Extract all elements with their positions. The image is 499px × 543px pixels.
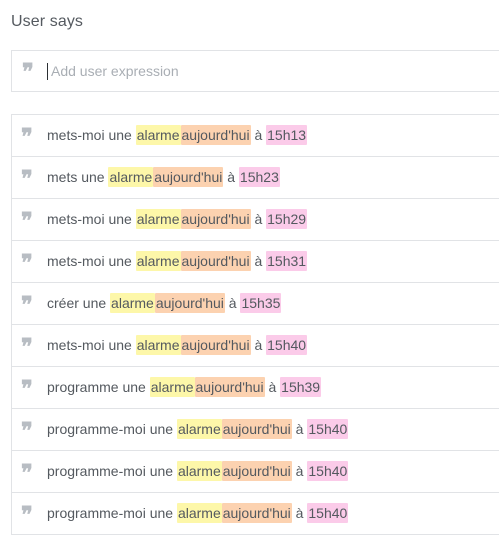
expression-separator: à [291, 421, 308, 437]
expression-row[interactable]: ❞ programme une alarme aujourd'hui à 15h39 [12, 367, 499, 409]
quote-icon: ❞ [21, 501, 33, 528]
expression-prefix: créer une [47, 295, 111, 311]
expression-text[interactable]: programme-moi une alarme aujourd'hui à 15… [47, 451, 349, 492]
entity-time-highlight[interactable]: 15h40 [307, 419, 349, 439]
entity-alarme-highlight[interactable]: alarme [135, 125, 181, 145]
expression-separator: à [250, 337, 267, 353]
entity-date-highlight[interactable]: aujourd'hui [153, 167, 224, 187]
expression-prefix: mets-moi une [47, 211, 136, 227]
entity-date-highlight[interactable]: aujourd'hui [180, 209, 251, 229]
expression-row[interactable]: ❞ programme-moi une alarme aujourd'hui à 1… [12, 451, 499, 493]
expression-separator: à [291, 505, 308, 521]
entity-alarme-highlight[interactable]: alarme [110, 293, 155, 313]
expression-row[interactable]: ❞ mets-moi une alarme aujourd'hui à 15h31 [12, 241, 499, 283]
expression-text[interactable]: mets-moi une alarme aujourd'hui à 15h31 [47, 241, 308, 282]
expression-text[interactable]: mets une alarme aujourd'hui à 15h23 [47, 157, 280, 198]
entity-alarme-highlight[interactable]: alarme [108, 167, 154, 187]
quote-icon: ❞ [21, 459, 33, 486]
entity-date-highlight[interactable]: aujourd'hui [180, 125, 251, 145]
expression-prefix: programme-moi une [47, 463, 177, 479]
entity-alarme-highlight[interactable]: alarme [135, 251, 181, 271]
expression-prefix: mets-moi une [47, 127, 136, 143]
quote-icon: ❞ [21, 249, 33, 276]
quote-icon: ❞ [21, 375, 33, 402]
expression-row[interactable]: ❞ programme-moi une alarme aujourd'hui à 1… [12, 493, 499, 535]
entity-time-highlight[interactable]: 15h29 [266, 209, 308, 229]
entity-time-highlight[interactable]: 15h40 [307, 461, 349, 481]
expression-separator: à [223, 169, 239, 185]
entity-date-highlight[interactable]: aujourd'hui [221, 419, 292, 439]
expression-separator: à [250, 211, 267, 227]
expression-separator: à [291, 463, 308, 479]
expression-list: ❞ mets-moi une alarme aujourd'hui à 15h13 ❞… [11, 114, 499, 535]
expression-prefix: programme-moi une [47, 421, 177, 437]
entity-time-highlight[interactable]: 15h23 [238, 167, 280, 187]
expression-row[interactable]: ❞ créer une alarme aujourd'hui à 15h35 [12, 283, 499, 325]
entity-date-highlight[interactable]: aujourd'hui [154, 293, 225, 313]
entity-time-highlight[interactable]: 15h40 [266, 335, 308, 355]
entity-time-highlight[interactable]: 15h31 [266, 251, 308, 271]
entity-alarme-highlight[interactable]: alarme [135, 209, 181, 229]
entity-time-highlight[interactable]: 15h13 [266, 125, 308, 145]
entity-date-highlight[interactable]: aujourd'hui [221, 461, 292, 481]
expression-text[interactable]: programme-moi une alarme aujourd'hui à 15… [47, 493, 349, 534]
entity-time-highlight[interactable]: 15h39 [280, 377, 322, 397]
expression-separator: à [264, 379, 281, 395]
expression-text[interactable]: mets-moi une alarme aujourd'hui à 15h40 [47, 325, 308, 366]
expression-prefix: programme une [47, 379, 150, 395]
expression-text[interactable]: programme une alarme aujourd'hui à 15h39 [47, 367, 322, 408]
expression-separator: à [250, 253, 267, 269]
expression-text[interactable]: mets-moi une alarme aujourd'hui à 15h29 [47, 199, 308, 240]
expression-prefix: mets une [47, 169, 109, 185]
quote-icon: ❞ [21, 417, 33, 444]
expression-separator: à [250, 127, 267, 143]
entity-alarme-highlight[interactable]: alarme [149, 377, 195, 397]
add-expression-box[interactable]: ❞ [11, 50, 499, 92]
entity-alarme-highlight[interactable]: alarme [176, 503, 222, 523]
expression-separator: à [224, 295, 241, 311]
section-title: User says [11, 13, 84, 30]
quote-icon: ❞ [21, 333, 33, 360]
quote-icon: ❞ [21, 207, 33, 234]
expression-prefix: mets-moi une [47, 337, 136, 353]
entity-alarme-highlight[interactable]: alarme [176, 419, 222, 439]
expression-row[interactable]: ❞ mets-moi une alarme aujourd'hui à 15h29 [12, 199, 499, 241]
quote-icon: ❞ [21, 291, 33, 318]
add-user-expression-input[interactable] [47, 51, 491, 91]
expression-text[interactable]: créer une alarme aujourd'hui à 15h35 [47, 283, 282, 324]
expression-row[interactable]: ❞ mets-moi une alarme aujourd'hui à 15h40 [12, 325, 499, 367]
quote-icon: ❞ [21, 165, 33, 192]
expression-row[interactable]: ❞ mets-moi une alarme aujourd'hui à 15h13 [12, 115, 499, 157]
entity-alarme-highlight[interactable]: alarme [176, 461, 222, 481]
entity-date-highlight[interactable]: aujourd'hui [180, 251, 251, 271]
entity-date-highlight[interactable]: aujourd'hui [194, 377, 265, 397]
expression-text[interactable]: mets-moi une alarme aujourd'hui à 15h13 [47, 115, 308, 156]
entity-time-highlight[interactable]: 15h35 [240, 293, 282, 313]
expression-text[interactable]: programme-moi une alarme aujourd'hui à 15… [47, 409, 349, 450]
expression-row[interactable]: ❞ programme-moi une alarme aujourd'hui à 1… [12, 409, 499, 451]
entity-date-highlight[interactable]: aujourd'hui [221, 503, 292, 523]
entity-date-highlight[interactable]: aujourd'hui [180, 335, 251, 355]
quote-icon: ❞ [22, 59, 34, 85]
expression-prefix: programme-moi une [47, 505, 177, 521]
quote-icon: ❞ [21, 123, 33, 150]
expression-prefix: mets-moi une [47, 253, 136, 269]
user-says-panel: User says ❞ ❞mets-moi une alarmeaujourd'… [0, 0, 499, 543]
expression-row[interactable]: ❞ mets une alarme aujourd'hui à 15h23 [12, 157, 499, 199]
entity-alarme-highlight[interactable]: alarme [135, 335, 181, 355]
entity-time-highlight[interactable]: 15h40 [307, 503, 349, 523]
